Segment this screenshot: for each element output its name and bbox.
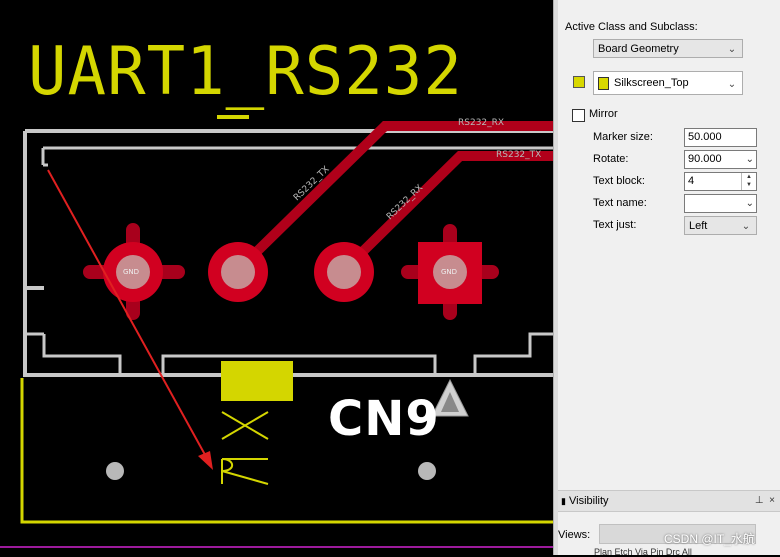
watermark-text: CSDN @IT_水航 [664, 532, 755, 546]
chevron-down-icon: ⌄ [741, 221, 751, 232]
marker-size-input[interactable]: 50.000 [684, 128, 757, 147]
visibility-titlebar[interactable]: ▮ Visibility ⊥ × [558, 490, 780, 512]
class-dropdown[interactable]: Board Geometry ⌄ [593, 39, 743, 58]
mounting-hole-left [106, 462, 124, 480]
net-label: RS232_RX [458, 118, 505, 128]
pin-close-icons[interactable]: ⊥ × [755, 491, 775, 511]
options-panel: Active Class and Subclass: Board Geometr… [553, 0, 780, 557]
pin-label: GND [123, 268, 140, 276]
text-just-select[interactable]: Left ⌄ [684, 216, 757, 235]
active-class-header: Active Class and Subclass: [565, 21, 698, 33]
subclass-dropdown-value: Silkscreen_Top [614, 77, 689, 89]
connector-latch-lines [42, 332, 553, 375]
ref-underline [217, 115, 249, 119]
color-swatch-icon[interactable] [573, 76, 585, 88]
text-block-label: Text block: [593, 175, 645, 187]
chevron-down-icon: ⌄ [727, 44, 737, 55]
rotate-label: Rotate: [593, 153, 629, 165]
text-block-stepper[interactable]: 4 ▲ ▼ [684, 172, 757, 191]
collapse-icon[interactable]: ▮ [561, 496, 566, 506]
connector-label-text: CN9 [328, 391, 440, 447]
text-name-select[interactable]: ⌄ [684, 194, 757, 213]
class-dropdown-value: Board Geometry [598, 43, 679, 55]
subclass-color-icon [598, 76, 609, 90]
marker-size-label: Marker size: [593, 131, 653, 143]
rotate-select[interactable]: 90.000 ⌄ [684, 150, 757, 169]
mirror-checkbox[interactable] [572, 109, 585, 122]
ref-designator-text: UART1_RS232 [28, 33, 463, 111]
panel-splitter[interactable] [554, 0, 558, 555]
spin-arrows-icon[interactable]: ▲ ▼ [741, 173, 756, 190]
annotation-arrow [47, 169, 213, 470]
mirror-label: Mirror [589, 108, 618, 120]
visibility-columns: Plan Etch Via Pin Drc All [594, 547, 692, 557]
chevron-down-icon: ⌄ [745, 154, 754, 165]
pcb-canvas[interactable]: UART1_RS232 CN9 RS232_RX RS232_TX RS232_… [0, 0, 553, 555]
chevron-down-icon: ⌄ [745, 198, 754, 209]
text-name-label: Text name: [593, 197, 647, 209]
chevron-down-icon: ⌄ [727, 79, 737, 90]
text-just-value: Left [689, 220, 708, 232]
pad-2[interactable] [208, 242, 268, 302]
mounting-hole-right [418, 462, 436, 480]
rotate-value: 90.000 [688, 153, 722, 165]
text-block-value: 4 [688, 175, 695, 187]
rx-silkscreen-text [221, 411, 269, 485]
subclass-dropdown[interactable]: Silkscreen_Top ⌄ [593, 71, 743, 95]
net-label: RS232_TX [496, 150, 542, 160]
views-label: Views: [558, 529, 591, 541]
text-just-label: Text just: [593, 219, 637, 231]
pad-3[interactable] [314, 242, 374, 302]
pin-label: GND [441, 268, 458, 276]
pin1-marker-block [221, 361, 293, 401]
visibility-title: Visibility [569, 495, 609, 507]
